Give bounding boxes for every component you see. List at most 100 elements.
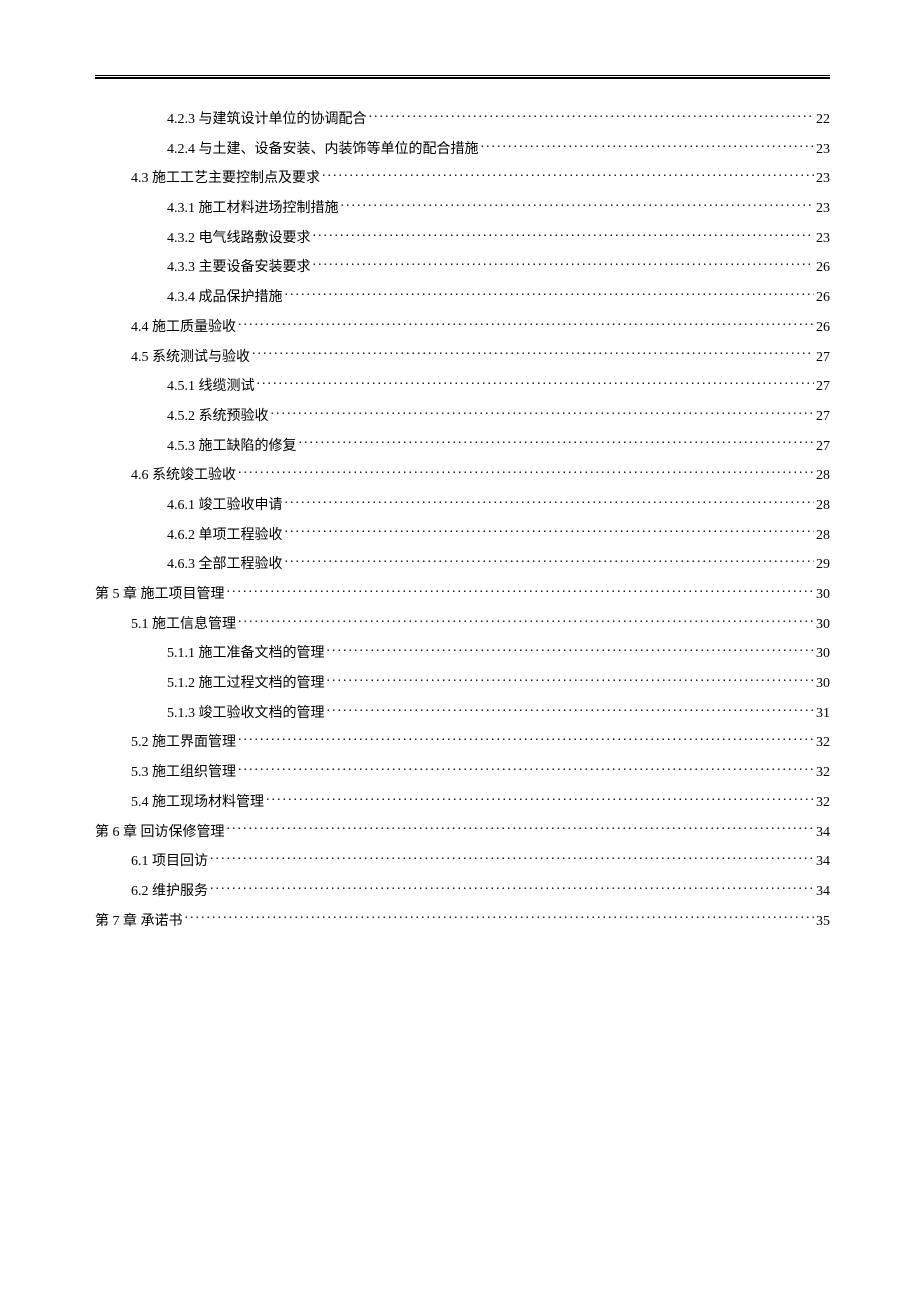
toc-leader-dots — [327, 643, 815, 657]
toc-leader-dots — [285, 495, 815, 509]
toc-entry-label: 第 5 章 施工项目管理 — [95, 586, 225, 604]
toc-entry: 4.3.3 主要设备安装要求 26 — [95, 257, 830, 277]
toc-leader-dots — [369, 109, 815, 123]
toc-entry: 4.3.1 施工材料进场控制措施 23 — [95, 198, 830, 218]
toc-entry: 4.2.4 与土建、设备安装、内装饰等单位的配合措施 23 — [95, 139, 830, 159]
toc-entry-label: 5.1.3 竣工验收文档的管理 — [167, 705, 325, 723]
toc-entry-label: 6.1 项目回访 — [131, 853, 208, 871]
toc-entry-page: 32 — [816, 734, 830, 752]
toc-entry-label: 5.4 施工现场材料管理 — [131, 794, 264, 812]
toc-entry: 4.5.2 系统预验收 27 — [95, 406, 830, 426]
toc-entry: 4.3.4 成品保护措施 26 — [95, 287, 830, 307]
toc-entry-page: 27 — [816, 438, 830, 456]
toc-leader-dots — [210, 881, 814, 895]
toc-entry-page: 26 — [816, 319, 830, 337]
document-page: 4.2.3 与建筑设计单位的协调配合 22 4.2.4 与土建、设备安装、内装饰等… — [0, 0, 920, 931]
toc-leader-dots — [252, 347, 814, 361]
toc-leader-dots — [313, 257, 815, 271]
toc-entry: 4.3 施工工艺主要控制点及要求 23 — [95, 168, 830, 188]
toc-leader-dots — [271, 406, 815, 420]
toc-entry-label: 4.6.1 竣工验收申请 — [167, 497, 283, 515]
toc-entry: 5.3 施工组织管理 32 — [95, 762, 830, 782]
toc-entry-label: 6.2 维护服务 — [131, 883, 208, 901]
toc-leader-dots — [238, 317, 814, 331]
toc-entry-page: 31 — [816, 705, 830, 723]
toc-entry: 4.5.3 施工缺陷的修复 27 — [95, 436, 830, 456]
toc-entry-page: 35 — [816, 913, 830, 931]
toc-entry-page: 22 — [816, 111, 830, 129]
toc-entry: 4.6.2 单项工程验收 28 — [95, 525, 830, 545]
toc-leader-dots — [481, 139, 815, 153]
toc-entry: 5.1.2 施工过程文档的管理 30 — [95, 673, 830, 693]
toc-entry-label: 4.2.3 与建筑设计单位的协调配合 — [167, 111, 367, 129]
toc-entry-page: 27 — [816, 349, 830, 367]
toc-entry-label: 4.6.2 单项工程验收 — [167, 527, 283, 545]
toc-entry-page: 28 — [816, 497, 830, 515]
toc-entry-page: 30 — [816, 586, 830, 604]
toc-entry: 5.1.1 施工准备文档的管理 30 — [95, 643, 830, 663]
toc-entry-label: 4.3.4 成品保护措施 — [167, 289, 283, 307]
toc-entry: 4.3.2 电气线路敷设要求 23 — [95, 228, 830, 248]
toc-entry-label: 4.5.2 系统预验收 — [167, 408, 269, 426]
toc-leader-dots — [257, 376, 815, 390]
toc-entry: 5.1 施工信息管理 30 — [95, 614, 830, 634]
toc-entry: 4.5.1 线缆测试 27 — [95, 376, 830, 396]
toc-entry-page: 34 — [816, 853, 830, 871]
toc-entry-label: 5.1.2 施工过程文档的管理 — [167, 675, 325, 693]
toc-leader-dots — [238, 614, 814, 628]
toc-entry: 第 6 章 回访保修管理 34 — [95, 822, 830, 842]
toc-leader-dots — [322, 168, 814, 182]
toc-entry: 第 7 章 承诺书 35 — [95, 911, 830, 931]
toc-entry-label: 5.1.1 施工准备文档的管理 — [167, 645, 325, 663]
toc-entry: 4.4 施工质量验收 26 — [95, 317, 830, 337]
toc-entry: 4.5 系统测试与验收 27 — [95, 347, 830, 367]
toc-entry: 第 5 章 施工项目管理 30 — [95, 584, 830, 604]
toc-leader-dots — [238, 732, 814, 746]
toc-entry-page: 30 — [816, 645, 830, 663]
toc-entry-page: 23 — [816, 200, 830, 218]
toc-entry-page: 34 — [816, 883, 830, 901]
toc-entry-page: 27 — [816, 408, 830, 426]
toc-entry: 4.6 系统竣工验收 28 — [95, 465, 830, 485]
toc-entry-page: 23 — [816, 170, 830, 188]
toc-entry: 5.2 施工界面管理 32 — [95, 732, 830, 752]
toc-entry-label: 第 6 章 回访保修管理 — [95, 824, 225, 842]
toc-entry-label: 4.5.1 线缆测试 — [167, 378, 255, 396]
toc-entry-label: 第 7 章 承诺书 — [95, 913, 183, 931]
toc-leader-dots — [185, 911, 815, 925]
toc-entry-label: 4.3.1 施工材料进场控制措施 — [167, 200, 339, 218]
toc-entry-page: 26 — [816, 259, 830, 277]
toc-entry-label: 4.5 系统测试与验收 — [131, 349, 250, 367]
toc-leader-dots — [327, 673, 815, 687]
toc-leader-dots — [285, 525, 815, 539]
toc-entry-label: 4.3.2 电气线路敷设要求 — [167, 230, 311, 248]
toc-entry-label: 4.4 施工质量验收 — [131, 319, 236, 337]
toc-entry-label: 4.6.3 全部工程验收 — [167, 556, 283, 574]
toc-entry-page: 34 — [816, 824, 830, 842]
toc-leader-dots — [285, 287, 815, 301]
toc-leader-dots — [285, 554, 815, 568]
table-of-contents: 4.2.3 与建筑设计单位的协调配合 22 4.2.4 与土建、设备安装、内装饰等… — [95, 109, 830, 931]
toc-leader-dots — [266, 792, 814, 806]
toc-entry-label: 4.6 系统竣工验收 — [131, 467, 236, 485]
toc-entry-page: 32 — [816, 764, 830, 782]
toc-entry: 4.6.3 全部工程验收 29 — [95, 554, 830, 574]
toc-entry-page: 28 — [816, 527, 830, 545]
toc-entry-page: 27 — [816, 378, 830, 396]
toc-entry: 4.6.1 竣工验收申请 28 — [95, 495, 830, 515]
toc-entry-page: 26 — [816, 289, 830, 307]
toc-leader-dots — [238, 465, 814, 479]
toc-leader-dots — [238, 762, 814, 776]
toc-entry-label: 5.1 施工信息管理 — [131, 616, 236, 634]
toc-leader-dots — [210, 851, 814, 865]
toc-leader-dots — [299, 436, 815, 450]
toc-entry-label: 4.2.4 与土建、设备安装、内装饰等单位的配合措施 — [167, 141, 479, 159]
toc-leader-dots — [327, 703, 815, 717]
toc-leader-dots — [227, 822, 815, 836]
toc-entry-page: 23 — [816, 141, 830, 159]
toc-entry-label: 5.3 施工组织管理 — [131, 764, 236, 782]
toc-entry-label: 4.3 施工工艺主要控制点及要求 — [131, 170, 320, 188]
toc-entry: 6.1 项目回访 34 — [95, 851, 830, 871]
toc-leader-dots — [341, 198, 815, 212]
toc-entry: 6.2 维护服务 34 — [95, 881, 830, 901]
